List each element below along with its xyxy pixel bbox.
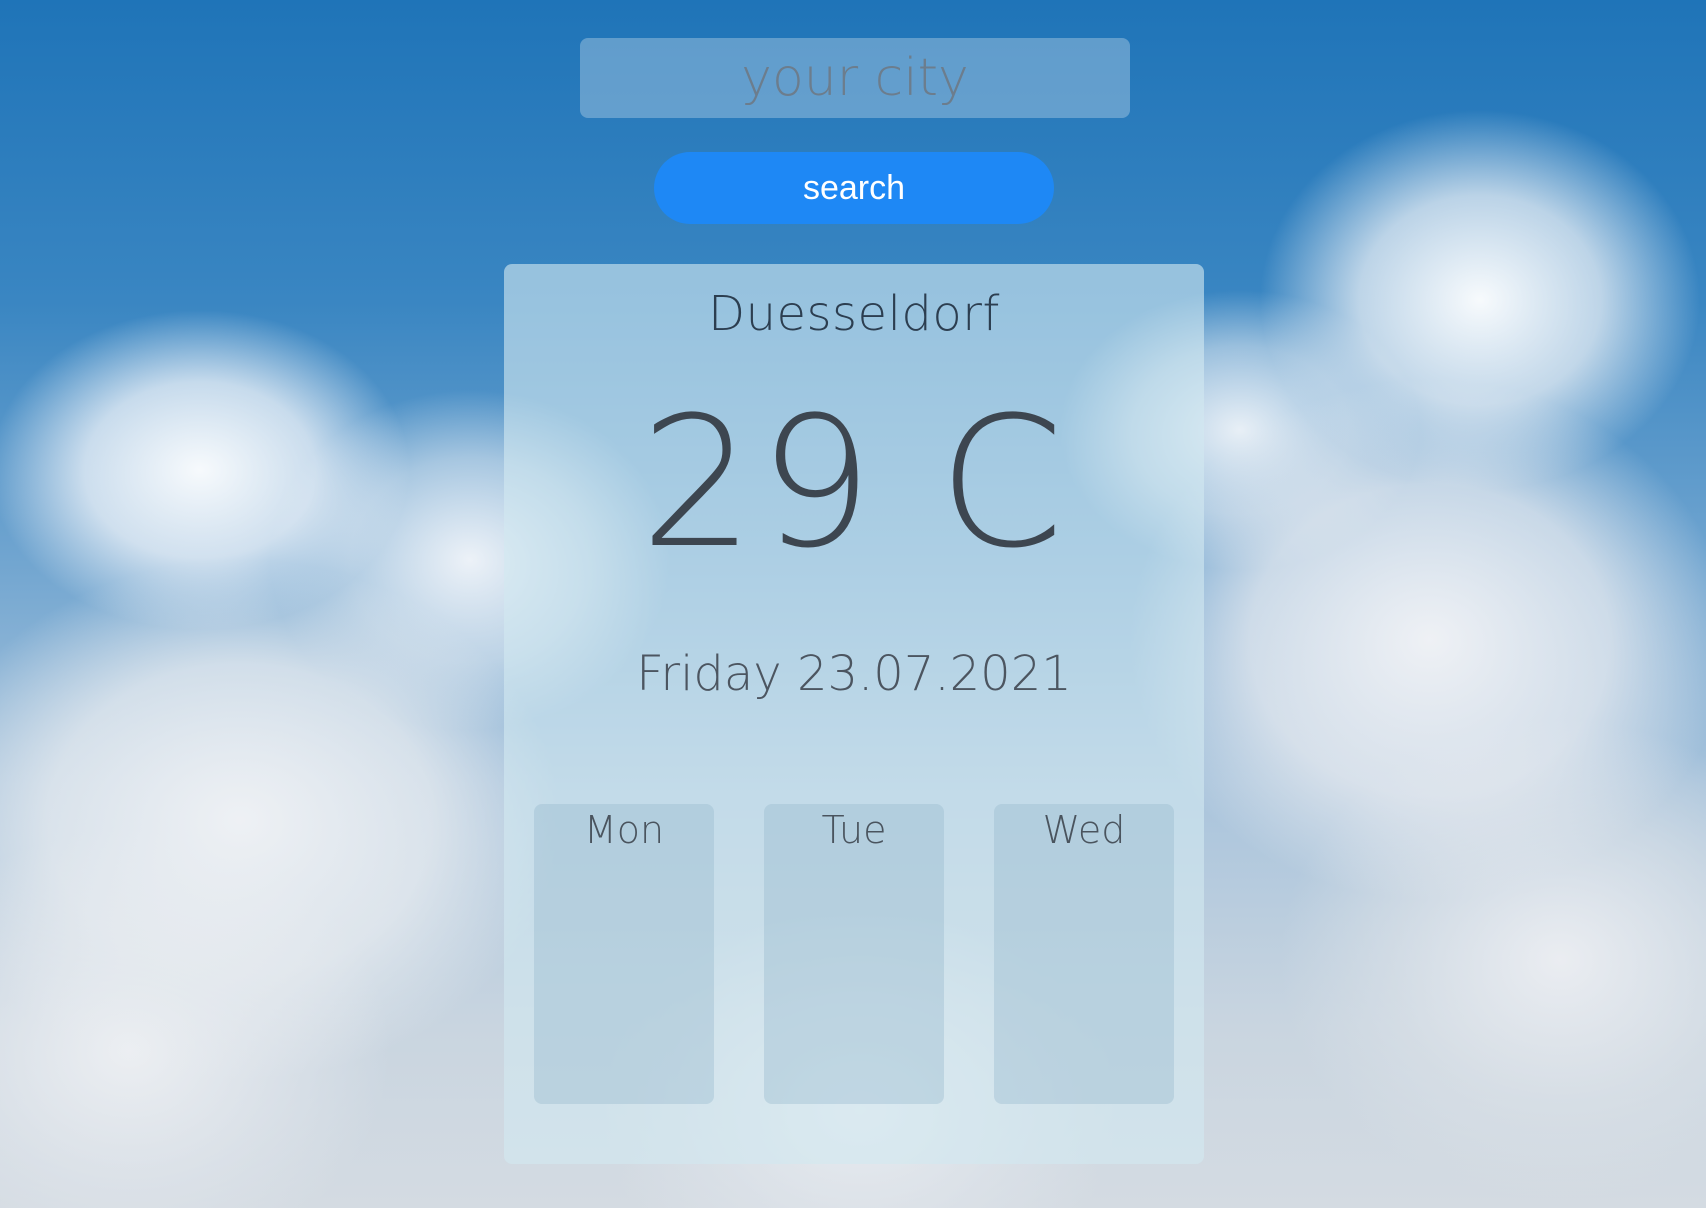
weather-card: Duesseldorf 29 C Friday 23.07.2021 Mon T…: [504, 264, 1204, 1164]
city-search-input[interactable]: [580, 38, 1130, 118]
forecast-row: Mon Tue Wed: [534, 804, 1174, 1104]
forecast-day-label: Mon: [583, 808, 665, 852]
forecast-day-label: Tue: [821, 808, 887, 852]
search-button[interactable]: search: [654, 152, 1054, 224]
forecast-day-label: Wed: [1042, 808, 1126, 852]
city-name: Duesseldorf: [708, 286, 1000, 342]
forecast-day-tue: Tue: [764, 804, 944, 1104]
forecast-day-mon: Mon: [534, 804, 714, 1104]
current-date: Friday 23.07.2021: [636, 646, 1072, 702]
current-temperature: 29 C: [640, 379, 1068, 588]
forecast-day-wed: Wed: [994, 804, 1174, 1104]
